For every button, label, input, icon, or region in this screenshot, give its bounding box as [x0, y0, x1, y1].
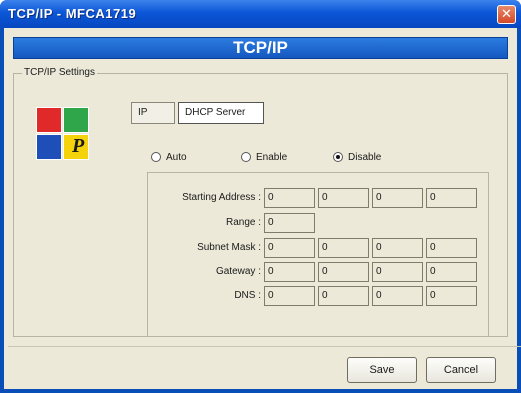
footer-divider: [8, 346, 521, 347]
gateway-label: Gateway :: [215, 266, 261, 277]
starting-address-octet-2[interactable]: 0: [318, 188, 369, 208]
radio-auto-label: Auto: [166, 152, 187, 163]
dns-octet-3[interactable]: 0: [372, 286, 423, 306]
gateway-octet-3[interactable]: 0: [372, 262, 423, 282]
subnet-mask-octet-3[interactable]: 0: [372, 238, 423, 258]
gateway-octet-2[interactable]: 0: [318, 262, 369, 282]
tab-ip[interactable]: IP: [131, 102, 175, 124]
logo-letter: P: [72, 135, 85, 157]
starting-address-label: Starting Address :: [182, 192, 261, 203]
starting-address-octet-4[interactable]: 0: [426, 188, 477, 208]
subnet-mask-octet-1[interactable]: 0: [264, 238, 315, 258]
dns-octet-2[interactable]: 0: [318, 286, 369, 306]
logo-green-square: [63, 107, 89, 133]
starting-address-octet-3[interactable]: 0: [372, 188, 423, 208]
tcpip-logo-icon: P: [36, 107, 90, 161]
range-field[interactable]: 0: [264, 213, 315, 233]
dialog-body: TCP/IP TCP/IP Settings P IP DHCP Server …: [4, 28, 521, 389]
dns-octet-1[interactable]: 0: [264, 286, 315, 306]
banner-title: TCP/IP: [233, 38, 288, 57]
subnet-mask-octet-2[interactable]: 0: [318, 238, 369, 258]
logo-blue-square: [36, 134, 62, 160]
radio-disable-indicator[interactable]: [333, 152, 343, 162]
logo-red-square: [36, 107, 62, 133]
cancel-button[interactable]: Cancel: [426, 357, 496, 383]
save-button[interactable]: Save: [347, 357, 417, 383]
range-label: Range :: [225, 217, 261, 228]
radio-auto-indicator[interactable]: [151, 152, 161, 162]
group-label: TCP/IP Settings: [22, 67, 97, 78]
section-banner: TCP/IP: [13, 37, 508, 59]
tab-dhcp-server[interactable]: DHCP Server: [178, 102, 264, 124]
gateway-octet-4[interactable]: 0: [426, 262, 477, 282]
radio-enable-label: Enable: [256, 152, 288, 163]
radio-disable-label: Disable: [348, 152, 382, 163]
radio-enable-indicator[interactable]: [241, 152, 251, 162]
close-icon: ✕: [501, 6, 512, 21]
subnet-mask-label: Subnet Mask :: [197, 242, 261, 253]
close-button[interactable]: ✕: [497, 5, 516, 24]
subnet-mask-octet-4[interactable]: 0: [426, 238, 477, 258]
dns-label: DNS :: [234, 290, 261, 301]
starting-address-octet-1[interactable]: 0: [264, 188, 315, 208]
dialog-window: TCP/IP - MFCA1719 ✕ TCP/IP TCP/IP Settin…: [0, 0, 521, 393]
title-bar[interactable]: TCP/IP - MFCA1719 ✕: [0, 0, 521, 28]
dns-octet-4[interactable]: 0: [426, 286, 477, 306]
gateway-octet-1[interactable]: 0: [264, 262, 315, 282]
window-title: TCP/IP - MFCA1719: [8, 6, 137, 21]
